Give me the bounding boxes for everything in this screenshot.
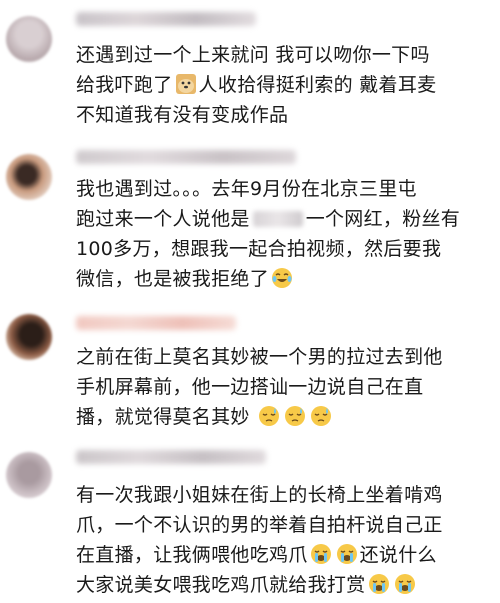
comment-line: 微信，也是被我拒绝了 <box>76 268 270 290</box>
comment-line: 我也遇到过。。。去年9月份在北京三里屯 <box>76 178 417 200</box>
avatar[interactable] <box>6 314 52 360</box>
username-blurred[interactable] <box>76 316 236 330</box>
comment-text: 有一次我跟小姐妹在街上的长椅上坐着啃鸡 爪，一个不认识的男的举着自拍杆说自己正 … <box>76 480 491 600</box>
laughing-tears-emoji-icon <box>271 267 293 289</box>
crying-emoji-icon <box>394 573 416 595</box>
comment-line: 爪，一个不认识的男的举着自拍杆说自己正 <box>76 514 443 536</box>
comment-line: 大家说美女喂我吃鸡爪就给我打赏 <box>76 574 366 596</box>
comment-line: 人收拾得挺利索的 戴着耳麦 <box>198 74 437 96</box>
avatar[interactable] <box>6 16 52 62</box>
redacted-name <box>252 211 303 227</box>
sweat-emoji-icon <box>258 405 280 427</box>
comment-line: 一个网红，粉丝有 <box>305 208 461 230</box>
comment-line: 播，就觉得莫名其妙 <box>76 406 250 428</box>
avatar[interactable] <box>6 154 52 200</box>
crying-emoji-icon <box>310 543 332 565</box>
avatar[interactable] <box>6 452 52 498</box>
comment-line: 100多万，想跟我一起合拍视频，然后要我 <box>76 238 442 260</box>
comment-line: 有一次我跟小姐妹在街上的长椅上坐着啃鸡 <box>76 484 443 506</box>
username-blurred[interactable] <box>76 450 266 464</box>
comment-line: 还说什么 <box>359 544 437 566</box>
sweat-emoji-icon <box>284 405 306 427</box>
comment-text: 我也遇到过。。。去年9月份在北京三里屯 跑过来一个人说他是 一个网红，粉丝有 10… <box>76 174 491 294</box>
comment-line: 不知道我有没有变成作品 <box>76 104 289 126</box>
comment-line: 跑过来一个人说他是 <box>76 208 250 230</box>
username-blurred[interactable] <box>76 12 256 26</box>
comment-line: 还遇到过一个上来就问 我可以吻你一下吗 <box>76 44 430 66</box>
comment-line: 给我吓跑了 <box>76 74 173 96</box>
sweat-emoji-icon <box>310 405 332 427</box>
comment-line: 在直播，让我俩喂他吃鸡爪 <box>76 544 308 566</box>
comment-line: 手机屏幕前，他一边搭讪一边说自己在直 <box>76 376 424 398</box>
username-blurred[interactable] <box>76 150 296 164</box>
crying-emoji-icon <box>336 543 358 565</box>
crying-emoji-icon <box>368 573 390 595</box>
comment-text: 还遇到过一个上来就问 我可以吻你一下吗 给我吓跑了 人收拾得挺利索的 戴着耳麦 不… <box>76 40 491 130</box>
doge-emoji-icon <box>175 73 197 95</box>
comment-line: 之前在街上莫名其妙被一个男的拉过去到他 <box>76 346 443 368</box>
comment-text: 之前在街上莫名其妙被一个男的拉过去到他 手机屏幕前，他一边搭讪一边说自己在直 播… <box>76 342 491 432</box>
